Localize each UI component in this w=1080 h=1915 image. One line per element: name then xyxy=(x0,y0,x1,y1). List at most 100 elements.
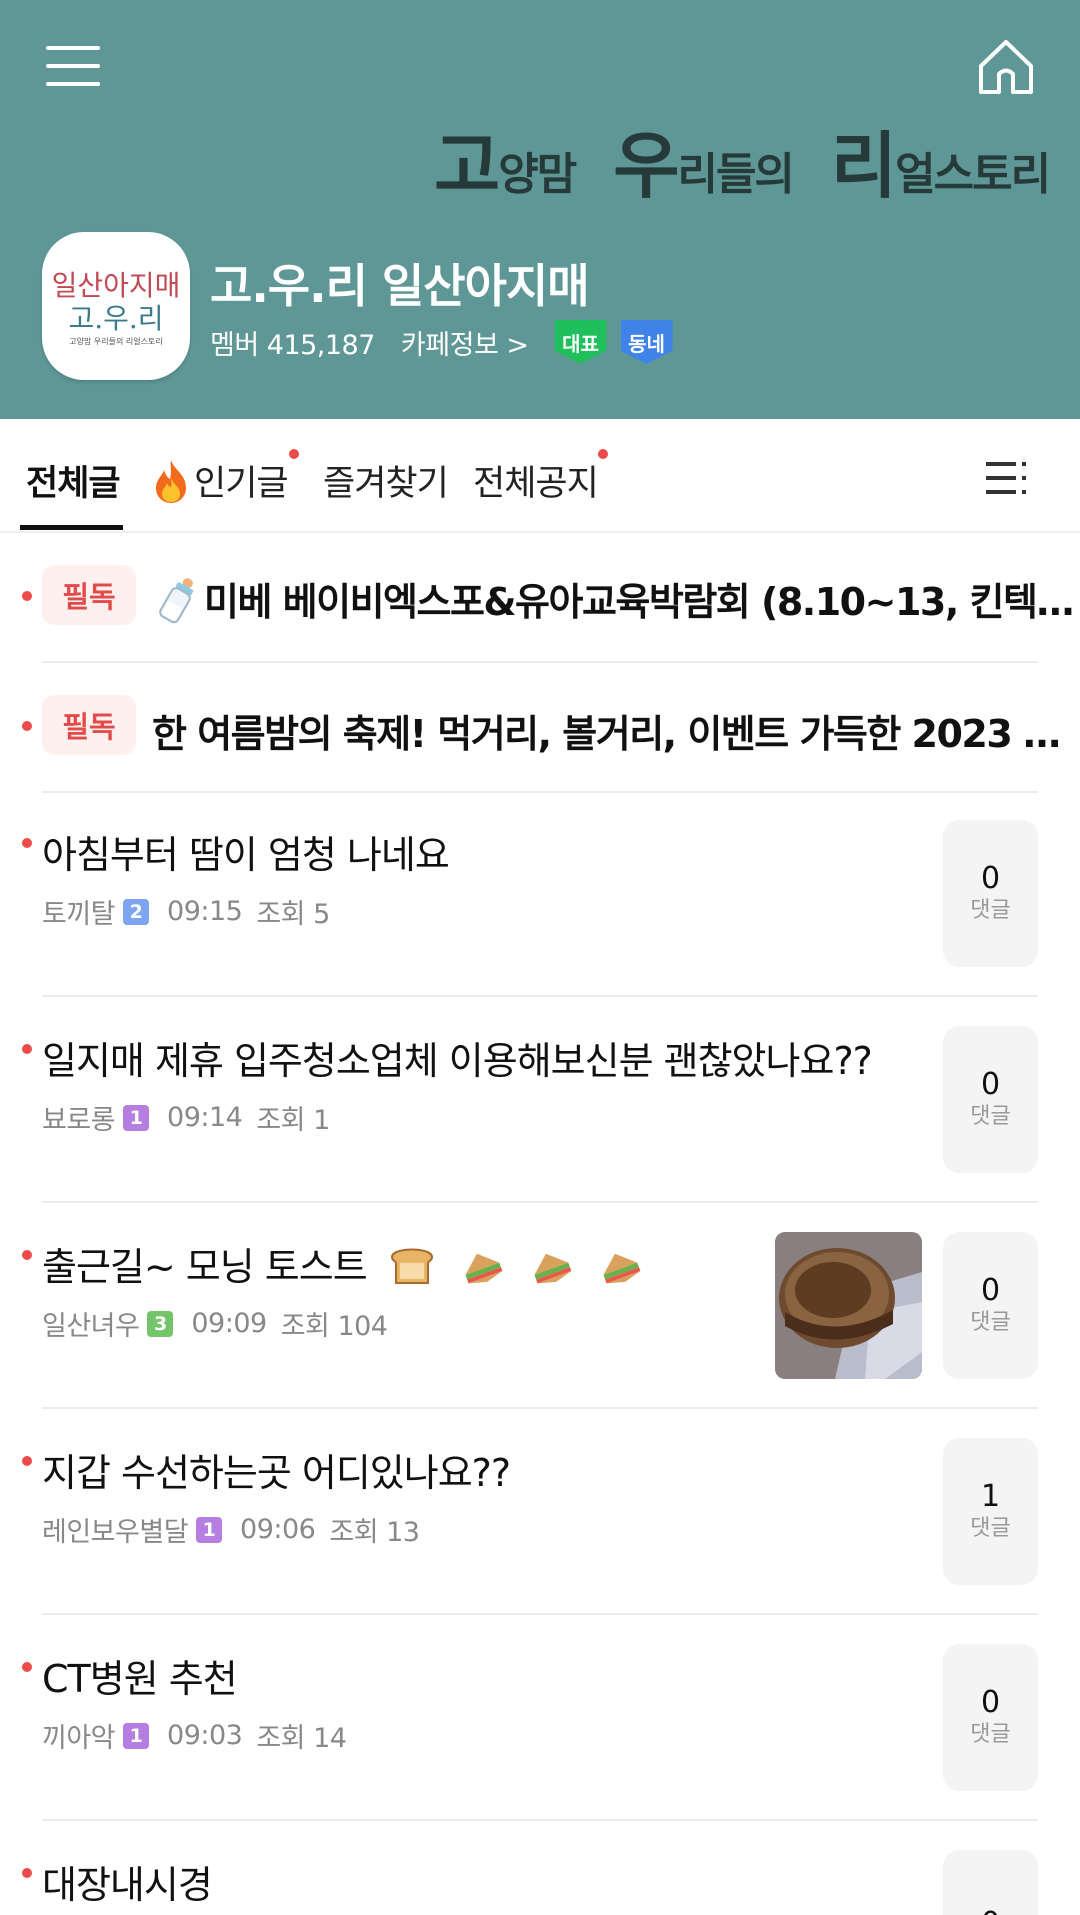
tab-label: 인기글 xyxy=(194,464,289,504)
comment-count-button[interactable]: 0 댓글 xyxy=(943,820,1038,967)
post-meta: 뵤로롱 1 09:14 조회 1 xyxy=(42,1098,330,1137)
comment-count: 1 xyxy=(980,1479,1001,1515)
post-time: 09:06 xyxy=(240,1514,316,1545)
post-time: 09:14 xyxy=(167,1102,243,1133)
divider xyxy=(42,1407,1038,1409)
post-meta: 일산녀우 3 09:09 조회 104 xyxy=(42,1304,388,1343)
cafe-info-link[interactable]: 카페정보 > xyxy=(401,323,529,362)
post-thumbnail[interactable] xyxy=(775,1232,922,1379)
must-read-badge: 필독 xyxy=(42,565,136,625)
banner-text: 우 xyxy=(613,124,679,208)
sandwich-icon xyxy=(595,1243,643,1296)
tab-all-notices[interactable]: 전체공지 xyxy=(473,455,599,506)
cafe-banner-text: 고 양맘 우 리들의 리 얼스토리 xyxy=(434,112,1051,208)
unread-dot xyxy=(22,1456,32,1466)
local-badge[interactable]: 동네 xyxy=(620,320,673,364)
author-name: 레인보우별달 xyxy=(42,1517,189,1548)
unread-dot xyxy=(22,721,32,731)
notice-title[interactable]: 미베 베이비엑스포&유아교육박람회 (8.10~13, 킨텍… xyxy=(156,571,1074,634)
unread-dot xyxy=(22,838,32,848)
new-indicator-dot xyxy=(289,449,299,459)
comment-label: 댓글 xyxy=(970,1722,1011,1748)
view-count: 조회 13 xyxy=(329,1517,420,1548)
banner-text: 양맘 xyxy=(498,149,577,201)
view-count: 조회 104 xyxy=(280,1311,388,1342)
comment-count: 0 xyxy=(980,1067,1001,1103)
post-row[interactable]: 대장내시경 0 xyxy=(0,1822,1080,1915)
list-menu-icon[interactable] xyxy=(986,458,1030,498)
unread-dot xyxy=(22,1662,32,1672)
banner-text: 얼스토리 xyxy=(895,149,1051,201)
baby-bottle-icon xyxy=(156,575,200,634)
cafe-logo[interactable]: 일산아지매 고.우.리 고양맘 우리들의 리얼스토리 xyxy=(42,232,190,380)
unread-dot xyxy=(22,1250,32,1260)
comment-count: 0 xyxy=(980,1685,1001,1721)
tab-favorites[interactable]: 즐겨찾기 xyxy=(323,455,449,506)
divider xyxy=(42,1201,1038,1203)
post-title[interactable]: CT병원 추천 xyxy=(42,1648,238,1703)
home-icon[interactable] xyxy=(975,36,1037,98)
member-level-badge: 1 xyxy=(123,1104,150,1131)
comment-label: 댓글 xyxy=(970,898,1011,924)
member-count: 멤버 415,187 xyxy=(210,329,375,361)
post-title[interactable]: 대장내시경 xyxy=(42,1854,213,1909)
comment-label: 댓글 xyxy=(970,1104,1011,1130)
bread-icon xyxy=(388,1243,436,1296)
banner-text: 리들의 xyxy=(677,149,794,201)
notice-title-text: 미베 베이비엑스포&유아교육박람회 (8.10~13, 킨텍… xyxy=(204,580,1074,624)
logo-text: 고.우.리 xyxy=(68,302,164,335)
unread-dot xyxy=(22,1044,32,1054)
member-level-badge: 1 xyxy=(123,1722,150,1749)
post-time: 09:03 xyxy=(167,1720,243,1751)
post-title-text: 출근길~ 모닝 토스트 xyxy=(42,1245,368,1289)
comment-count-button[interactable]: 1 댓글 xyxy=(943,1438,1038,1585)
divider xyxy=(42,1613,1038,1615)
comment-count-button[interactable]: 0 댓글 xyxy=(943,1644,1038,1791)
logo-text: 일산아지매 xyxy=(51,269,181,303)
post-meta: 끼아악 1 09:03 조회 14 xyxy=(42,1716,347,1755)
menu-icon[interactable] xyxy=(46,44,100,88)
comment-count-button[interactable]: 0 댓글 xyxy=(943,1232,1038,1379)
post-time: 09:15 xyxy=(167,896,243,927)
divider xyxy=(42,661,1038,663)
post-meta: 토끼탈 2 09:15 조회 5 xyxy=(42,892,330,931)
tab-all-posts[interactable]: 전체글 xyxy=(26,455,121,506)
post-title[interactable]: 지갑 수선하는곳 어디있나요?? xyxy=(42,1442,511,1497)
view-count: 조회 5 xyxy=(256,899,330,930)
tab-popular[interactable]: 인기글 xyxy=(150,455,289,513)
sandwich-icon xyxy=(526,1243,574,1296)
fire-icon xyxy=(150,458,192,513)
post-meta: 레인보우별달 1 09:06 조회 13 xyxy=(42,1510,420,1549)
banner-text: 리 xyxy=(830,124,897,208)
comment-count: 0 xyxy=(981,1906,1000,1915)
comment-label: 댓글 xyxy=(970,1516,1011,1542)
active-tab-indicator xyxy=(20,525,123,530)
unread-dot xyxy=(22,591,32,601)
representative-badge[interactable]: 대표 xyxy=(554,320,607,364)
comment-count: 0 xyxy=(980,861,1001,897)
post-title[interactable]: 아침부터 땀이 엄청 나네요 xyxy=(42,824,450,879)
comment-count-button[interactable]: 0 댓글 xyxy=(943,1026,1038,1173)
notice-title[interactable]: 한 여름밤의 축제! 먹거리, 볼거리, 이벤트 가득한 2023 … xyxy=(152,703,1061,758)
member-level-badge: 2 xyxy=(123,898,150,925)
board-tabs: 전체글 인기글 즐겨찾기 전체공지 xyxy=(0,419,1080,533)
sandwich-icon xyxy=(457,1243,505,1296)
logo-text: 고양맘 우리들의 리얼스토리 xyxy=(69,336,163,346)
author-name: 일산녀우 xyxy=(42,1311,140,1342)
comment-count-button[interactable]: 0 xyxy=(943,1850,1038,1915)
author-name: 뵤로롱 xyxy=(42,1105,116,1136)
divider xyxy=(42,1819,1038,1821)
post-title[interactable]: 일지매 제휴 입주청소업체 이용해보신분 괜찮았나요?? xyxy=(42,1030,873,1085)
cafe-header: 고 양맘 우 리들의 리 얼스토리 일산아지매 고.우.리 고양맘 우리들의 리… xyxy=(0,0,1080,419)
divider xyxy=(42,995,1038,997)
member-level-badge: 1 xyxy=(196,1516,223,1543)
post-title[interactable]: 출근길~ 모닝 토스트 xyxy=(42,1236,643,1296)
author-name: 토끼탈 xyxy=(42,899,116,930)
unread-dot xyxy=(22,1868,32,1878)
comment-count: 0 xyxy=(980,1273,1001,1309)
view-count: 조회 1 xyxy=(256,1105,330,1136)
member-level-badge: 3 xyxy=(147,1310,174,1337)
banner-text: 고 xyxy=(434,124,500,208)
must-read-badge: 필독 xyxy=(42,695,136,755)
view-count: 조회 14 xyxy=(256,1723,347,1754)
